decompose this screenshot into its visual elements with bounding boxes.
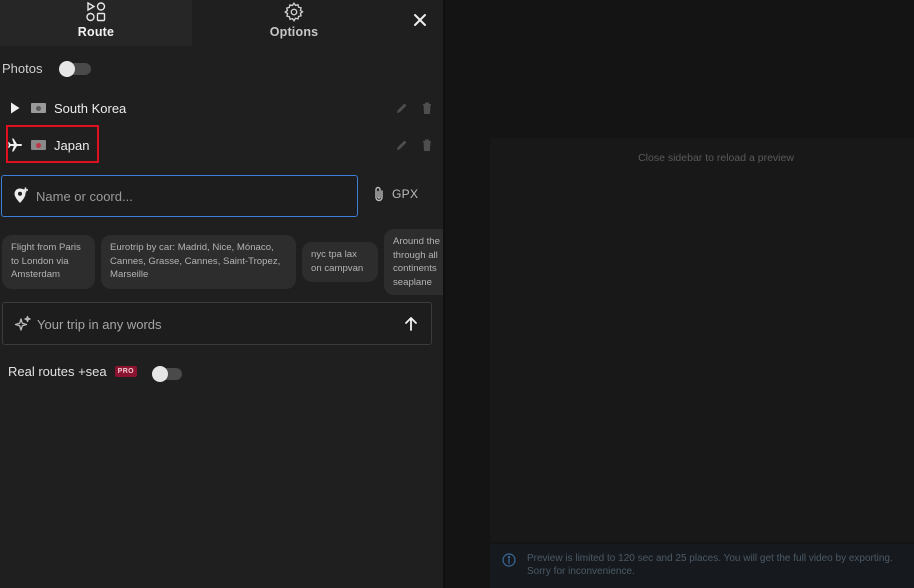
gear-icon bbox=[284, 2, 304, 22]
preview-info-text: Preview is limited to 120 sec and 25 pla… bbox=[527, 553, 893, 577]
tab-bar: Route Options bbox=[0, 0, 443, 46]
real-routes-row: Real routes +sea PRO bbox=[8, 364, 182, 382]
place-name[interactable]: Japan bbox=[54, 138, 89, 153]
route-item-japan[interactable]: Japan bbox=[0, 130, 443, 160]
south-korea-flag-icon bbox=[31, 103, 46, 113]
route-shapes-icon bbox=[86, 1, 106, 22]
play-triangle-icon bbox=[11, 102, 20, 114]
transport-mode-button[interactable] bbox=[6, 136, 24, 154]
photos-toggle-knob bbox=[59, 60, 76, 77]
info-icon bbox=[502, 553, 516, 567]
real-routes-label: Real routes +sea bbox=[8, 364, 107, 379]
pencil-icon[interactable] bbox=[395, 138, 409, 152]
place-search-box bbox=[1, 175, 358, 217]
paperclip-icon bbox=[375, 186, 383, 202]
tab-route-label: Route bbox=[77, 25, 115, 39]
suggestion-chip[interactable]: nyc tpa lax on campvan bbox=[302, 242, 378, 282]
photos-label: Photos bbox=[2, 61, 43, 76]
close-sidebar-button[interactable] bbox=[408, 8, 432, 32]
close-icon bbox=[414, 14, 426, 26]
real-routes-toggle-knob bbox=[152, 366, 168, 382]
preview-panel bbox=[490, 138, 914, 542]
tab-options[interactable]: Options bbox=[192, 0, 396, 46]
gpx-upload-button[interactable]: GPX bbox=[373, 186, 418, 202]
pro-badge: PRO bbox=[114, 366, 138, 377]
place-name[interactable]: South Korea bbox=[54, 101, 126, 116]
arrow-up-icon[interactable] bbox=[402, 315, 420, 333]
sparkle-icon bbox=[14, 315, 31, 331]
pencil-icon[interactable] bbox=[395, 101, 409, 115]
tab-options-label: Options bbox=[269, 25, 319, 39]
suggestion-chip[interactable]: Around the through all continents seapla… bbox=[384, 229, 443, 295]
trip-prompt-box bbox=[2, 302, 432, 345]
sidebar: Route Options Photos South Korea Japan N… bbox=[0, 0, 443, 588]
trip-prompt-input[interactable] bbox=[37, 314, 387, 334]
trash-icon[interactable] bbox=[420, 101, 434, 115]
expand-play-icon[interactable] bbox=[6, 99, 24, 117]
suggestion-chip[interactable]: Eurotrip by car: Madrid, Nice, Mónaco, C… bbox=[101, 235, 296, 289]
trash-icon[interactable] bbox=[420, 138, 434, 152]
japan-flag-icon bbox=[31, 140, 46, 150]
gpx-label: GPX bbox=[392, 187, 419, 201]
suggestion-chip[interactable]: Flight from Paris to London via Amsterda… bbox=[2, 235, 95, 289]
place-search-input[interactable] bbox=[36, 186, 346, 206]
photos-toggle[interactable] bbox=[59, 60, 92, 77]
add-location-pin-icon bbox=[14, 187, 28, 203]
tab-route[interactable]: Route bbox=[0, 0, 192, 46]
preview-message: Close sidebar to reload a preview bbox=[638, 152, 794, 164]
airplane-icon bbox=[8, 138, 22, 152]
photos-row: Photos bbox=[2, 60, 92, 77]
route-item-south-korea[interactable]: South Korea bbox=[0, 93, 443, 123]
real-routes-toggle[interactable] bbox=[152, 366, 182, 382]
